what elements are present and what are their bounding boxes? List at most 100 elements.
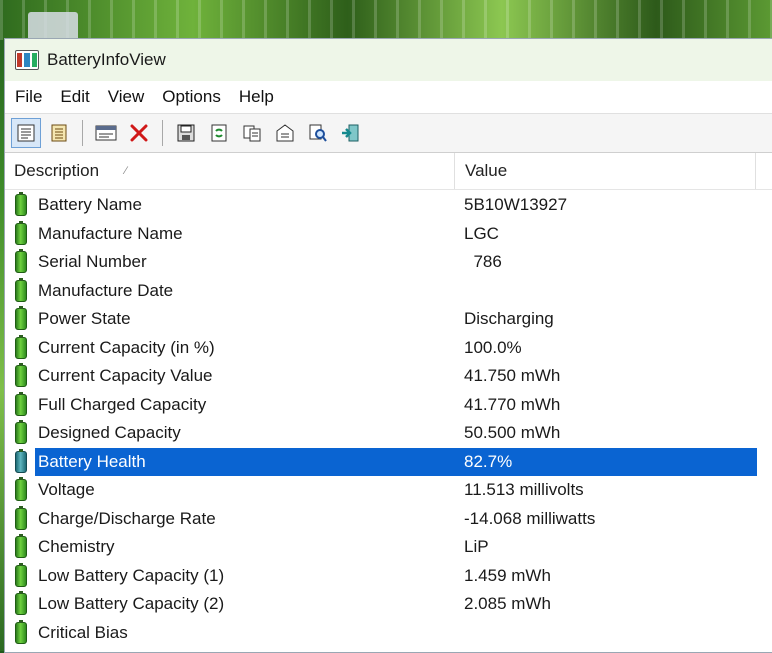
battery-icon (15, 562, 27, 587)
battery-icon (15, 334, 27, 359)
menu-options[interactable]: Options (158, 87, 233, 107)
toolbar (5, 113, 772, 153)
row-label: Chemistry (38, 537, 115, 557)
description-cell: Manufacture Name (5, 220, 455, 245)
delete-button[interactable] (124, 118, 154, 148)
column-settings-button[interactable] (91, 118, 121, 148)
table-row[interactable]: Current Capacity Value 41.750 mWh (5, 362, 772, 391)
window-title: BatteryInfoView (47, 50, 166, 69)
value-cell: 50.500 mWh (464, 423, 561, 443)
table-row[interactable]: Voltage 11.513 millivolts (5, 476, 772, 505)
table-row[interactable]: Designed Capacity 50.500 mWh (5, 419, 772, 448)
table-row[interactable]: Manufacture Name LGC (5, 220, 772, 249)
description-cell: Battery Health (5, 448, 455, 473)
value-cell: 82.7% (464, 451, 513, 471)
battery-icon (15, 619, 27, 644)
table-row[interactable]: Battery Name 5B10W13927 (5, 191, 772, 220)
menu-file[interactable]: File (11, 87, 54, 107)
column-header-description-label: Description (14, 161, 100, 180)
battery-icon (15, 505, 27, 530)
list-header: Description ∕ Value (5, 153, 772, 190)
html-report-button[interactable] (44, 118, 74, 148)
battery-icon (15, 420, 27, 445)
table-row[interactable]: Serial Number 786 (5, 248, 772, 277)
table-row[interactable]: Low Battery Capacity (2) 2.085 mWh (5, 590, 772, 619)
column-header-description[interactable]: Description ∕ (5, 153, 455, 189)
battery-icon (15, 277, 27, 302)
table-row[interactable]: Critical Bias (5, 619, 772, 648)
properties-button[interactable] (270, 118, 300, 148)
table-row[interactable]: Current Capacity (in %) 100.0% (5, 334, 772, 363)
description-cell: Current Capacity (in %) (5, 334, 455, 359)
table-row[interactable]: Battery Health 82.7% (5, 447, 772, 477)
value-cell: 786 (464, 252, 502, 272)
row-label: Low Battery Capacity (1) (38, 565, 225, 585)
value-cell: 1.459 mWh (464, 565, 551, 585)
copy-button[interactable] (237, 118, 267, 148)
properties-view-button[interactable] (11, 118, 41, 148)
battery-icon (15, 477, 27, 502)
battery-icon (15, 192, 27, 217)
sort-indicator-icon: ∕ (125, 165, 127, 177)
row-label: Current Capacity (in %) (38, 337, 215, 357)
column-header-value[interactable]: Value (455, 153, 756, 189)
description-cell: Full Charged Capacity (5, 391, 455, 416)
properties-view-icon (17, 124, 35, 142)
menu-help[interactable]: Help (235, 87, 286, 107)
row-label: Low Battery Capacity (2) (38, 594, 225, 614)
row-label: Voltage (38, 480, 95, 500)
description-cell: Voltage (5, 477, 455, 502)
description-cell: Chemistry (5, 534, 455, 559)
html-report-icon (51, 124, 67, 142)
refresh-icon (211, 124, 227, 142)
description-cell: Low Battery Capacity (1) (5, 562, 455, 587)
menu-view[interactable]: View (104, 87, 157, 107)
description-cell: Manufacture Date (5, 277, 455, 302)
find-button[interactable] (303, 118, 333, 148)
row-label: Power State (38, 309, 131, 329)
menu-edit[interactable]: Edit (56, 87, 101, 107)
value-cell: 41.750 mWh (464, 366, 561, 386)
exit-button[interactable] (336, 118, 366, 148)
table-row[interactable]: Low Battery Capacity (1) 1.459 mWh (5, 562, 772, 591)
row-label: Battery Health (36, 451, 148, 472)
battery-icon (15, 391, 27, 416)
value-cell: 5B10W13927 (464, 195, 568, 215)
toolbar-separator (162, 120, 163, 146)
table-row[interactable]: Charge/Discharge Rate -14.068 milliwatts (5, 505, 772, 534)
description-cell: Battery Name (5, 192, 455, 217)
description-cell: Power State (5, 306, 455, 331)
battery-info-list[interactable]: Description ∕ Value Battery Name 5B10W139… (5, 153, 772, 652)
table-row[interactable]: Chemistry LiP (5, 533, 772, 562)
description-cell: Charge/Discharge Rate (5, 505, 455, 530)
save-button[interactable] (171, 118, 201, 148)
row-label: Critical Bias (38, 622, 128, 642)
value-cell: -14.068 milliwatts (464, 508, 596, 528)
find-icon (309, 124, 327, 142)
description-cell: Critical Bias (5, 619, 455, 644)
battery-icon (15, 306, 27, 331)
description-cell: Current Capacity Value (5, 363, 455, 388)
list-rows: Battery Name 5B10W13927 Manufacture Name LG… (5, 190, 772, 647)
battery-icon (15, 220, 27, 245)
value-cell: LiP (464, 537, 489, 557)
table-row[interactable]: Power State Discharging (5, 305, 772, 334)
desktop-background (0, 0, 772, 42)
battery-icon (15, 591, 27, 616)
column-settings-icon (95, 125, 117, 141)
value-cell: LGC (464, 223, 499, 243)
row-label: Battery Name (38, 195, 142, 215)
menu-bar: File Edit View Options Help (5, 81, 772, 113)
table-row[interactable]: Full Charged Capacity 41.770 mWh (5, 391, 772, 420)
table-row[interactable]: Manufacture Date (5, 277, 772, 306)
exit-icon (342, 124, 359, 142)
value-cell: Discharging (464, 309, 554, 329)
title-bar[interactable]: BatteryInfoView (5, 39, 772, 81)
row-label: Serial Number (38, 252, 147, 272)
column-header-value-label: Value (465, 161, 508, 180)
refresh-button[interactable] (204, 118, 234, 148)
battery-icon (15, 448, 27, 473)
description-cell: Designed Capacity (5, 420, 455, 445)
app-window: BatteryInfoView File Edit View Options H… (4, 38, 772, 653)
value-cell: 100.0% (464, 337, 522, 357)
